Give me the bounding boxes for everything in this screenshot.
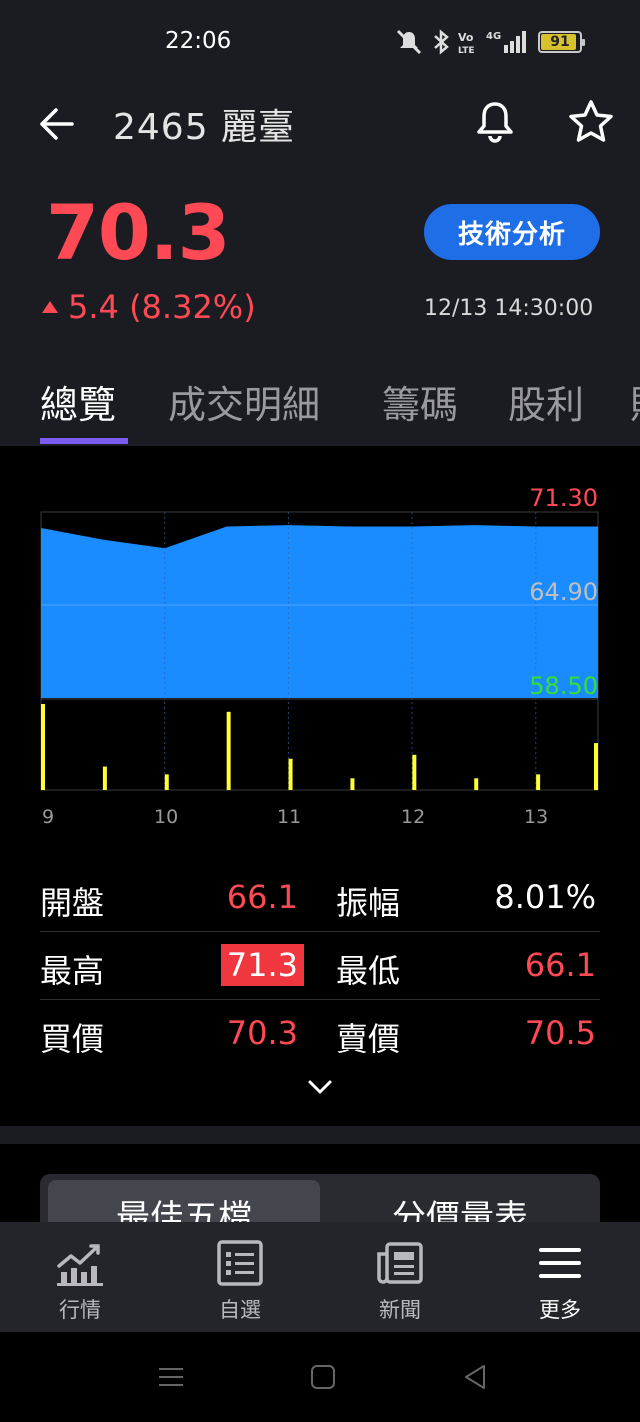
nav-label: 自選 [219,1298,261,1322]
volume-bar [474,778,479,790]
bluetooth-icon [434,29,449,55]
intraday-chart[interactable]: 71.30 64.90 58.50 9 10 11 12 13 [0,446,640,856]
volume-bar [412,754,417,790]
menu-icon [539,1248,581,1278]
page-title: 2465 麗臺 [113,107,296,148]
nav-more[interactable]: 更多 [480,1222,640,1332]
nav-label: 行情 [59,1298,101,1322]
list-icon [217,1240,263,1286]
nav-market[interactable]: 行情 [0,1222,160,1332]
mute-icon [396,29,422,55]
y-label-mid: 64.90 [529,578,598,606]
volume-bar [288,758,293,790]
bell-icon[interactable] [471,98,519,146]
x-label: 13 [524,806,549,828]
tab-bar: 總覽 成交明細 籌碼 股利 財 [0,374,640,446]
x-label: 12 [401,806,426,828]
volume-bar [102,766,107,790]
volume-bar [226,711,231,790]
price-area [41,525,598,698]
tab-dividends[interactable]: 股利 [508,374,584,429]
nav-news[interactable]: 新聞 [320,1222,480,1332]
nav-label: 新聞 [379,1298,421,1322]
up-triangle-icon [42,301,58,313]
x-label: 9 [42,806,55,828]
section-divider [0,1126,640,1144]
svg-text:4G: 4G [486,31,501,42]
stat-row: 開盤 66.1 振幅 8.01% [40,864,600,932]
nav-watchlist[interactable]: 自選 [160,1222,320,1332]
technical-analysis-button[interactable]: 技術分析 [424,204,600,260]
bid-value: 70.3 [226,1014,298,1052]
4g-signal-icon: 4G [486,31,526,53]
low-value: 66.1 [524,946,596,984]
x-label: 10 [154,806,179,828]
battery-level: 91 [550,34,570,50]
news-icon [377,1242,423,1284]
open-value: 66.1 [226,878,298,916]
quote-datetime: 12/13 14:30:00 [424,296,594,321]
svg-text:Vo: Vo [458,31,474,44]
ask-label: 賣價 [336,1020,401,1058]
y-label-low: 58.50 [529,672,598,700]
volume-bar [41,704,45,790]
quote-stats: 開盤 66.1 振幅 8.01% 最高 71.3 最低 66.1 買價 70.3… [40,864,600,1068]
amplitude-label: 振幅 [336,884,401,922]
low-label: 最低 [336,952,401,990]
volume-bar [164,774,169,790]
tab-financials[interactable]: 財 [630,374,640,429]
y-label-high: 71.30 [529,484,598,512]
volume-bar [350,778,355,790]
tab-overview[interactable]: 總覽 [40,374,116,429]
stat-row: 最高 71.3 最低 66.1 [40,932,600,1000]
high-label: 最高 [40,952,105,990]
status-icons: Vo LTE 4G 91 [394,28,585,56]
price-change: 5.4 (8.32%) [42,288,256,326]
stock-header: 2465 麗臺 70.3 5.4 (8.32%) 技術分析 12/13 14:3… [0,84,640,446]
open-label: 開盤 [40,884,105,922]
volte-icon: Vo LTE [458,31,475,55]
bottom-nav: 行情 自選 新聞 更多 [0,1222,640,1332]
bid-label: 買價 [40,1020,105,1058]
home-icon[interactable] [308,1362,338,1392]
x-label: 11 [277,806,302,828]
battery-icon: 91 [538,31,585,53]
recent-apps-icon[interactable] [156,1362,186,1392]
high-value: 71.3 [220,944,304,986]
status-bar: 22:06 Vo LTE 4G 91 [0,0,640,84]
current-price: 70.3 [46,188,231,277]
tab-trade-details[interactable]: 成交明細 [168,374,320,429]
nav-label: 更多 [539,1298,581,1322]
system-nav-bar [0,1332,640,1422]
tab-chips[interactable]: 籌碼 [382,374,458,429]
price-change-value: 5.4 (8.32%) [68,288,256,326]
status-time: 22:06 [165,28,232,54]
svg-text:LTE: LTE [458,46,475,55]
volume-bar [594,743,598,790]
chevron-down-icon[interactable] [300,1072,340,1104]
amplitude-value: 8.01% [494,878,596,916]
back-icon[interactable] [460,1362,490,1392]
star-icon[interactable] [566,98,616,146]
active-tab-indicator [40,438,128,444]
back-arrow-icon[interactable] [36,104,76,144]
ask-value: 70.5 [524,1014,596,1052]
stat-row: 買價 70.3 賣價 70.5 [40,1000,600,1068]
volume-bar [536,774,541,790]
chart-icon [57,1244,103,1286]
